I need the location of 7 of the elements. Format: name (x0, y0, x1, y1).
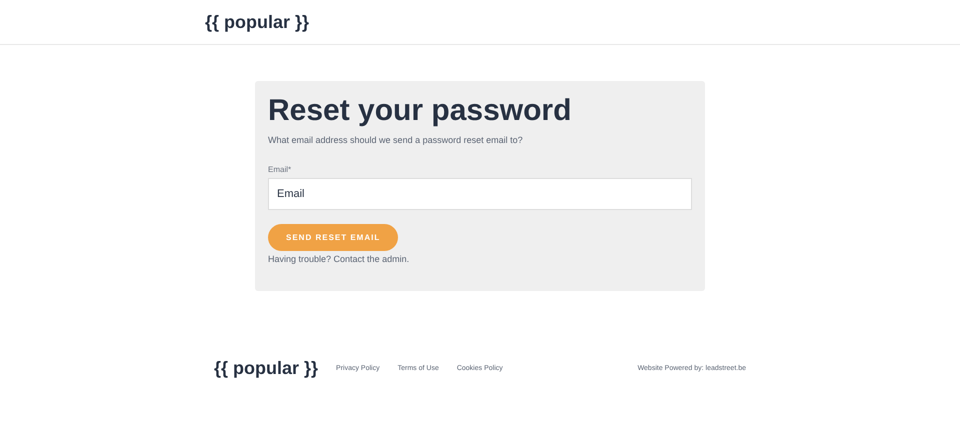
field-label: Email* (268, 165, 292, 174)
page-title: Reset your password (268, 93, 572, 129)
email-field[interactable]: Email (268, 178, 692, 210)
help-text: Having trouble? Contact the admin. (268, 254, 410, 264)
logo[interactable]: {{ popular }} (205, 12, 310, 32)
footer-logo[interactable]: {{ popular }} (214, 358, 318, 379)
form-description: What email address should we send a password reset email to? (268, 135, 523, 145)
